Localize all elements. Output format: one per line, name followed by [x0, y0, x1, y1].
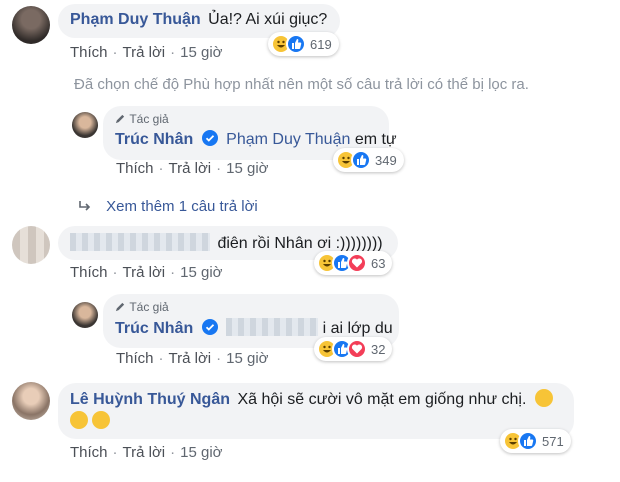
rofl-emoji-icon: [92, 411, 111, 429]
reaction-summary[interactable]: 571: [500, 429, 571, 453]
avatar[interactable]: [12, 6, 50, 44]
comment-text: em tự: [354, 131, 397, 148]
reaction-summary[interactable]: 63: [314, 251, 393, 275]
reply-link[interactable]: Trả lời: [123, 264, 166, 281]
reaction-summary[interactable]: 32: [314, 337, 393, 361]
verified-badge-icon: [201, 319, 218, 335]
heart-icon: [347, 253, 367, 273]
timestamp[interactable]: 15 giờ: [180, 444, 222, 461]
timestamp[interactable]: 15 giờ: [180, 44, 222, 61]
reaction-count: 63: [371, 255, 386, 271]
comment-actions: Thích · Trả lời · 15 giờ: [116, 350, 269, 367]
timestamp[interactable]: 15 giờ: [180, 264, 222, 281]
pencil-icon: [115, 114, 125, 124]
reaction-summary[interactable]: 619: [268, 32, 339, 56]
view-more-replies-link[interactable]: Xem thêm 1 câu trả lời: [78, 198, 258, 215]
comment-text: điên rồi Nhân ơi :)))))))): [217, 235, 383, 252]
comment-text: Xã hội sẽ cười vô mặt em giống như chị.: [237, 391, 527, 408]
view-more-replies-label[interactable]: Xem thêm 1 câu trả lời: [106, 198, 258, 215]
like-link[interactable]: Thích: [70, 444, 108, 461]
timestamp[interactable]: 15 giờ: [226, 160, 268, 177]
comment-actions: Thích · Trả lời · 15 giờ: [70, 264, 223, 281]
author-badge: Tác giả: [115, 112, 169, 126]
like-link[interactable]: Thích: [70, 264, 108, 281]
comment-text: i ai lớp du: [322, 320, 393, 337]
rofl-emoji-icon: [534, 389, 553, 407]
commenter-name[interactable]: Trúc Nhân: [115, 131, 193, 148]
filter-note: Đã chọn chế độ Phù hợp nhất nên một số c…: [74, 76, 529, 93]
comment-actions: Thích · Trả lời · 15 giờ: [70, 444, 223, 461]
comment-actions: Thích · Trả lời · 15 giờ: [70, 44, 223, 61]
avatar[interactable]: [72, 112, 98, 138]
redacted-mention: [226, 318, 319, 336]
like-link[interactable]: Thích: [116, 350, 154, 367]
commenter-name[interactable]: Trúc Nhân: [115, 320, 193, 337]
comment-text: Ủa!? Ai xúi giục?: [208, 11, 328, 28]
avatar[interactable]: [12, 226, 50, 264]
like-icon: [286, 34, 306, 54]
reply-arrow-icon: [79, 201, 91, 211]
like-icon: [351, 150, 371, 170]
author-badge: Tác giả: [115, 300, 169, 314]
redacted-name: [70, 233, 210, 251]
reaction-summary[interactable]: 349: [333, 148, 404, 172]
verified-badge-icon: [201, 130, 218, 146]
pencil-icon: [115, 302, 125, 312]
commenter-name[interactable]: Lê Huỳnh Thuý Ngân: [70, 391, 230, 408]
reaction-count: 571: [542, 433, 564, 449]
like-link[interactable]: Thích: [70, 44, 108, 61]
like-link[interactable]: Thích: [116, 160, 154, 177]
like-icon: [518, 431, 538, 451]
reaction-count: 349: [375, 152, 397, 168]
author-badge-label: Tác giả: [129, 112, 169, 126]
reply-link[interactable]: Trả lời: [169, 350, 212, 367]
author-badge-label: Tác giả: [129, 300, 169, 314]
reply-link[interactable]: Trả lời: [123, 444, 166, 461]
commenter-name[interactable]: Phạm Duy Thuận: [70, 11, 201, 28]
reply-link[interactable]: Trả lời: [123, 44, 166, 61]
reply-link[interactable]: Trả lời: [169, 160, 212, 177]
rofl-emoji-icon: [70, 411, 88, 429]
comment-bubble: Lê Huỳnh Thuý Ngân Xã hội sẽ cười vô mặt…: [58, 383, 574, 439]
mention-tag[interactable]: Phạm Duy Thuận: [226, 131, 350, 148]
timestamp[interactable]: 15 giờ: [226, 350, 268, 367]
reaction-count: 32: [371, 341, 386, 357]
avatar[interactable]: [72, 302, 98, 328]
heart-icon: [347, 339, 367, 359]
avatar[interactable]: [12, 382, 50, 420]
reaction-count: 619: [310, 36, 332, 52]
comment-actions: Thích · Trả lời · 15 giờ: [116, 160, 269, 177]
